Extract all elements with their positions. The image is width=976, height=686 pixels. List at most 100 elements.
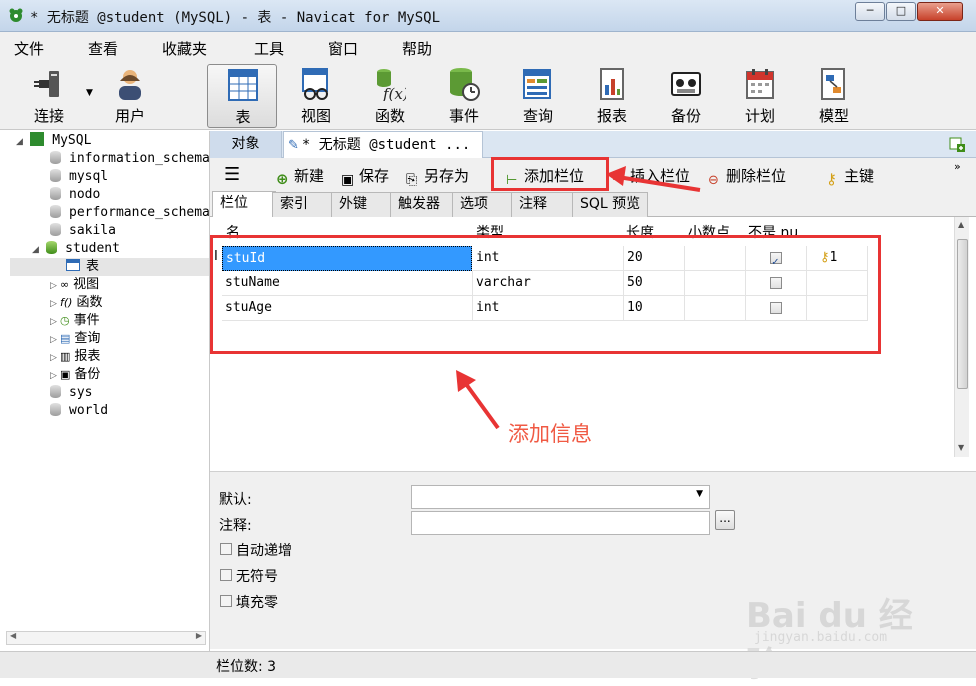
- menu-favorites[interactable]: 收藏夹: [162, 38, 207, 59]
- tree-db-information-schema[interactable]: information_schema: [50, 150, 210, 168]
- menu-icon[interactable]: ☰: [224, 164, 240, 185]
- view-button[interactable]: 视图: [281, 64, 351, 128]
- tree-db-sakila[interactable]: sakila: [50, 222, 116, 240]
- user-icon: [119, 70, 141, 100]
- unsigned-checkbox[interactable]: [220, 569, 232, 581]
- scroll-right-icon[interactable]: ▶: [196, 631, 202, 640]
- delete-field-button[interactable]: ⊖ 删除栏位: [708, 165, 786, 189]
- minimize-button[interactable]: ─: [855, 2, 885, 21]
- close-button[interactable]: ✕: [917, 2, 963, 21]
- delete-field-label: 删除栏位: [726, 167, 787, 185]
- event-icon: ◷: [60, 314, 70, 327]
- annotation-highlight-add-field: [491, 157, 609, 191]
- comment-more-button[interactable]: ...: [715, 510, 735, 530]
- backup-icon: [671, 72, 701, 96]
- scroll-up-icon[interactable]: ▲: [958, 220, 964, 229]
- tree-item-functions[interactable]: ▷ f() 函数: [50, 294, 102, 312]
- tab-foreign-keys[interactable]: 外键: [331, 192, 391, 217]
- expand-icon[interactable]: ▷: [50, 331, 60, 349]
- schedule-button[interactable]: 计划: [725, 64, 795, 128]
- database-open-icon: [46, 241, 58, 254]
- tab-indexes[interactable]: 索引: [272, 192, 332, 217]
- tree-horizontal-scrollbar[interactable]: ◀ ▶: [6, 631, 206, 645]
- plug-icon: [34, 71, 59, 97]
- tree-item-queries[interactable]: ▷ ▤ 查询: [50, 330, 100, 348]
- title-bar: * 无标题 @student (MySQL) - 表 - Navicat for…: [0, 0, 976, 32]
- function-icon: f(x): [377, 69, 406, 101]
- query-icon: ▤: [60, 332, 71, 345]
- save-as-button[interactable]: ⎘ 另存为: [406, 165, 469, 188]
- tree-db-label: information_schema: [69, 151, 210, 166]
- menu-file[interactable]: 文件: [14, 38, 44, 59]
- maximize-button[interactable]: □: [886, 2, 916, 21]
- backup-button[interactable]: 备份: [651, 64, 721, 128]
- tab-options[interactable]: 选项: [452, 192, 512, 217]
- query-button[interactable]: 查询: [503, 64, 573, 128]
- tree-db-student[interactable]: ◢ student: [32, 240, 120, 258]
- expand-icon[interactable]: ▷: [50, 313, 60, 331]
- tree-db-performance-schema[interactable]: performance_schema: [50, 204, 209, 222]
- save-icon: ▣: [341, 172, 355, 188]
- default-select[interactable]: ▼: [411, 485, 710, 509]
- report-label: 报表: [596, 107, 627, 125]
- new-field-button[interactable]: ⊕ 新建: [276, 165, 324, 188]
- expand-icon[interactable]: ▷: [50, 367, 60, 385]
- toolbar-overflow-icon[interactable]: »: [954, 160, 961, 173]
- grid-vertical-scrollbar[interactable]: ▲ ▼: [954, 217, 969, 457]
- tab-triggers[interactable]: 触发器: [390, 192, 453, 217]
- expand-icon[interactable]: ▷: [50, 349, 60, 367]
- expand-icon[interactable]: ▷: [50, 277, 60, 295]
- tree-db-sys[interactable]: sys: [50, 384, 92, 402]
- tab-untitled-table[interactable]: ✎ * 无标题 @student ...: [283, 131, 483, 158]
- field-count: 栏位数: 3: [216, 659, 277, 675]
- tab-comment[interactable]: 注释: [511, 192, 573, 217]
- zerofill-checkbox[interactable]: [220, 595, 232, 607]
- tree-item-reports[interactable]: ▷ ▥ 报表: [50, 348, 100, 366]
- primary-key-button[interactable]: ⚷ 主键: [826, 165, 874, 188]
- tree-db-mysql[interactable]: mysql: [50, 168, 108, 186]
- database-icon: [50, 169, 61, 182]
- menu-view[interactable]: 查看: [88, 38, 118, 59]
- connect-button[interactable]: 连接 ▼: [14, 64, 93, 128]
- function-button[interactable]: f(x) 函数: [355, 64, 425, 128]
- tree-item-views[interactable]: ▷ ∞ 视图: [50, 276, 99, 294]
- comment-input[interactable]: [411, 511, 710, 535]
- query-label: 查询: [522, 107, 553, 125]
- tree-item-backups[interactable]: ▷ ▣ 备份: [50, 366, 100, 384]
- event-button[interactable]: 事件: [429, 64, 499, 128]
- add-tab-icon[interactable]: [948, 135, 966, 153]
- status-bar: 栏位数: 3: [0, 651, 976, 678]
- collapse-icon[interactable]: ◢: [16, 133, 26, 151]
- menu-tools[interactable]: 工具: [254, 38, 284, 59]
- expand-icon[interactable]: ▷: [50, 295, 60, 313]
- scroll-down-icon[interactable]: ▼: [958, 443, 964, 452]
- save-as-icon: ⎘: [406, 172, 418, 188]
- collapse-icon[interactable]: ◢: [32, 241, 42, 259]
- save-as-label: 另存为: [424, 167, 470, 185]
- user-button[interactable]: 用户: [95, 64, 165, 128]
- backup-label: 备份: [670, 107, 701, 125]
- tab-fields[interactable]: 栏位: [212, 191, 276, 218]
- chevron-down-icon[interactable]: ▼: [696, 489, 703, 499]
- tree-db-label: sakila: [69, 223, 116, 238]
- connect-dropdown-icon[interactable]: ▼: [86, 88, 93, 98]
- auto-increment-checkbox[interactable]: [220, 543, 232, 555]
- tree-db-world[interactable]: world: [50, 402, 108, 420]
- scroll-left-icon[interactable]: ◀: [10, 631, 16, 640]
- model-icon: [821, 68, 845, 100]
- table-icon: [66, 259, 80, 271]
- scrollbar-thumb[interactable]: [957, 239, 968, 389]
- tree-item-events[interactable]: ▷ ◷ 事件: [50, 312, 100, 330]
- report-button[interactable]: 报表: [577, 64, 647, 128]
- tree-root-mysql[interactable]: ◢ MySQL: [16, 132, 91, 150]
- table-button[interactable]: 表: [207, 64, 277, 128]
- save-button[interactable]: ▣ 保存: [341, 165, 389, 188]
- tree-item-tables[interactable]: 表: [10, 258, 209, 276]
- model-button[interactable]: 模型: [799, 64, 869, 128]
- window-title: * 无标题 @student (MySQL) - 表 - Navicat for…: [30, 10, 441, 26]
- tree-db-nodo[interactable]: nodo: [50, 186, 100, 204]
- menu-window[interactable]: 窗口: [328, 38, 358, 59]
- menu-help[interactable]: 帮助: [402, 38, 432, 59]
- document-tab-strip: 对象 ✎ * 无标题 @student ...: [210, 131, 976, 158]
- tab-objects[interactable]: 对象: [210, 131, 282, 158]
